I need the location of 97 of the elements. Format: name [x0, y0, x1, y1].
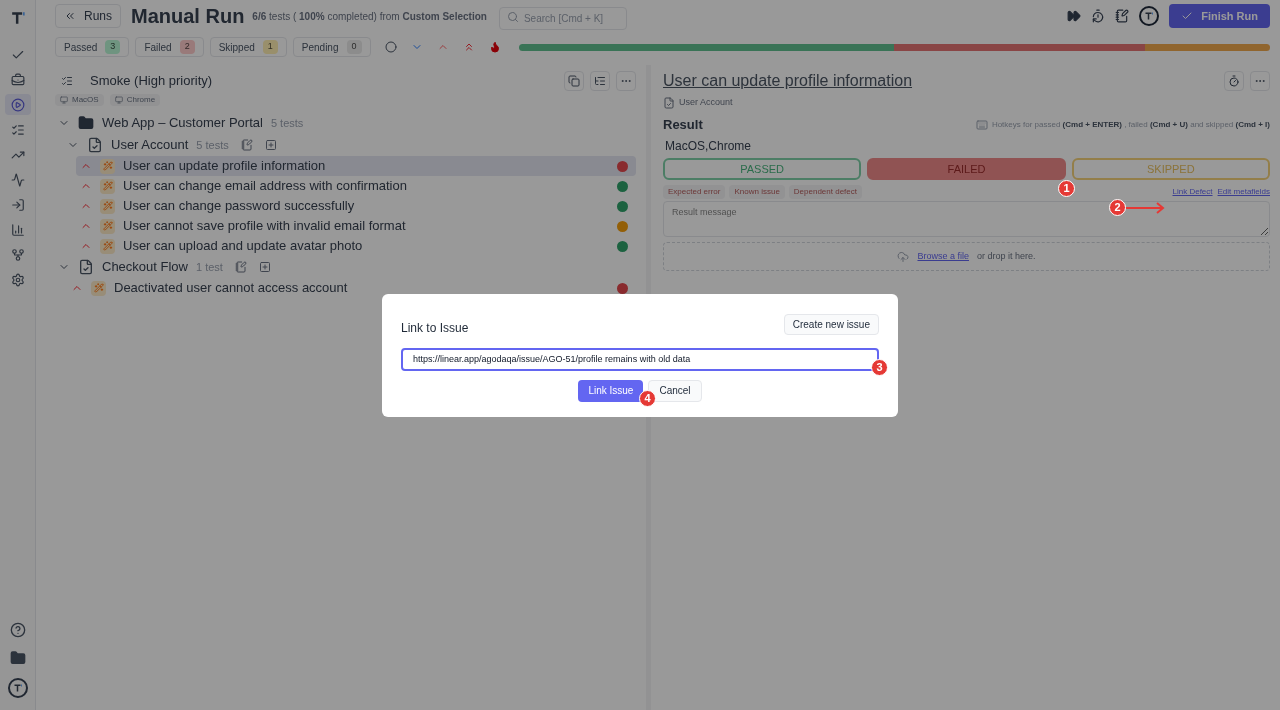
breadcrumb: User Account: [679, 96, 733, 110]
notes-icon[interactable]: [234, 261, 247, 273]
group-title: User Account: [111, 136, 189, 155]
priority-critical-icon[interactable]: [488, 41, 501, 53]
test-title: Deactivated user cannot access account: [114, 279, 348, 298]
status-filter[interactable]: Passed 3: [55, 37, 130, 57]
search-icon: [506, 10, 519, 23]
sign-in-icon: [10, 197, 25, 212]
test-row[interactable]: User cannot save profile with invalid email format: [76, 216, 636, 236]
folder-icon: [78, 115, 94, 131]
finish-run-button[interactable]: Finish Run: [1169, 4, 1270, 28]
create-issue-button[interactable]: Create new issue: [783, 314, 879, 335]
notes-icon[interactable]: [1115, 9, 1130, 23]
defect-tag[interactable]: Expected error: [663, 185, 726, 199]
help-icon[interactable]: [9, 622, 26, 638]
account-icon[interactable]: [7, 678, 28, 698]
text-link[interactable]: Edit metafields: [1217, 186, 1270, 198]
defect-tag[interactable]: Known issue: [729, 185, 785, 199]
fork-icon: [10, 247, 25, 262]
bar-chart-icon: [10, 222, 25, 237]
text-link[interactable]: Link Defect: [1172, 186, 1213, 198]
back-button[interactable]: Runs: [55, 4, 121, 28]
status-filter[interactable]: Failed 2: [135, 37, 204, 57]
test-type-icon: [100, 158, 115, 174]
profile-avatar-icon[interactable]: [1139, 6, 1160, 26]
browse-file-link[interactable]: Browse a file: [917, 249, 969, 264]
environment-tag: MacOS: [55, 94, 104, 106]
status-filter[interactable]: Pending 0: [292, 37, 371, 57]
test-type-icon: [100, 218, 115, 234]
timer-icon[interactable]: [1091, 9, 1106, 23]
monitor-icon: [60, 96, 68, 104]
result-heading: Result: [663, 116, 703, 135]
suite-title: Smoke (High priority): [90, 72, 213, 91]
pulse-icon: [10, 172, 25, 187]
environment-label: MacOS,Chrome: [665, 138, 753, 155]
folder-icon[interactable]: [9, 650, 26, 666]
play-circle-icon: [10, 97, 25, 112]
cloud-upload-icon: [897, 250, 910, 263]
group-title: Web App – Customer Portal: [102, 114, 263, 133]
page-title: Manual Run: [131, 4, 245, 29]
sidebar-item[interactable]: [4, 94, 31, 115]
search-field[interactable]: Search [Cmd + K]: [498, 6, 627, 30]
file-icon: [663, 97, 675, 109]
filter-count: 2: [179, 40, 195, 54]
test-count: 5 tests: [196, 137, 229, 153]
test-row[interactable]: User can update profile information: [76, 156, 636, 176]
keyboard-icon: [975, 119, 988, 131]
test-row[interactable]: User can change email address with confirmation: [76, 176, 636, 196]
test-title-link[interactable]: User can update profile information: [663, 69, 913, 93]
fast-forward-icon[interactable]: [1067, 9, 1082, 23]
more-icon[interactable]: [1250, 71, 1270, 91]
tree-icon[interactable]: [590, 71, 610, 91]
environment-tag: Chrome: [109, 94, 161, 106]
briefcase-icon: [10, 72, 25, 87]
test-title: User can change password successfully: [123, 197, 355, 216]
upload-dropzone[interactable]: Browse a file or drop it here.: [663, 242, 1270, 271]
test-type-icon: [100, 238, 115, 254]
upload-hint: or drop it here.: [977, 249, 1036, 263]
more-icon[interactable]: [616, 71, 636, 91]
logo-icon: [1143, 10, 1156, 22]
dialog-title: Link to Issue: [401, 319, 469, 337]
settings-icon: [10, 272, 25, 287]
file-icon: [78, 259, 94, 275]
run-summary: 6/6 tests ( 100% completed) from Custom Selection: [252, 9, 487, 24]
copy-icon[interactable]: [564, 71, 584, 91]
annotation-badge: 2: [1109, 199, 1126, 216]
defect-tag[interactable]: Dependent defect: [788, 185, 862, 199]
link-issue-button[interactable]: Link Issue: [578, 379, 644, 402]
filter-count: 0: [346, 40, 362, 54]
priority-none-icon[interactable]: [384, 41, 397, 53]
test-type-icon: [100, 198, 115, 214]
file-icon: [87, 137, 103, 153]
filter-count: 1: [262, 40, 278, 54]
test-type-icon: [91, 280, 106, 296]
test-title: User can change email address with confirmation: [123, 177, 407, 196]
test-count: 1 test: [196, 259, 223, 275]
suite-icon: [61, 75, 73, 87]
add-icon[interactable]: [258, 261, 271, 273]
timer-icon[interactable]: [1224, 71, 1244, 91]
status-filter[interactable]: Skipped 1: [209, 37, 287, 57]
annotation-badge: 1: [1058, 180, 1075, 197]
test-row[interactable]: User can upload and update avatar photo: [76, 236, 636, 256]
test-type-icon: [100, 178, 115, 194]
notes-icon[interactable]: [240, 139, 253, 151]
check-icon: [1181, 10, 1194, 22]
group-title: Checkout Flow: [102, 258, 188, 277]
test-title: User can update profile information: [123, 157, 326, 176]
annotation-arrow: [1126, 202, 1166, 214]
test-count: 5 tests: [270, 115, 304, 131]
checklist-icon: [10, 122, 25, 137]
test-title: User cannot save profile with invalid email format: [123, 217, 406, 236]
test-row[interactable]: User can change password successfully: [76, 196, 636, 216]
test-title: User can upload and update avatar photo: [123, 237, 363, 256]
double-chevron-icon: [64, 10, 76, 22]
filter-count: 3: [105, 40, 121, 54]
monitor-icon: [114, 96, 123, 104]
add-icon[interactable]: [264, 139, 277, 151]
